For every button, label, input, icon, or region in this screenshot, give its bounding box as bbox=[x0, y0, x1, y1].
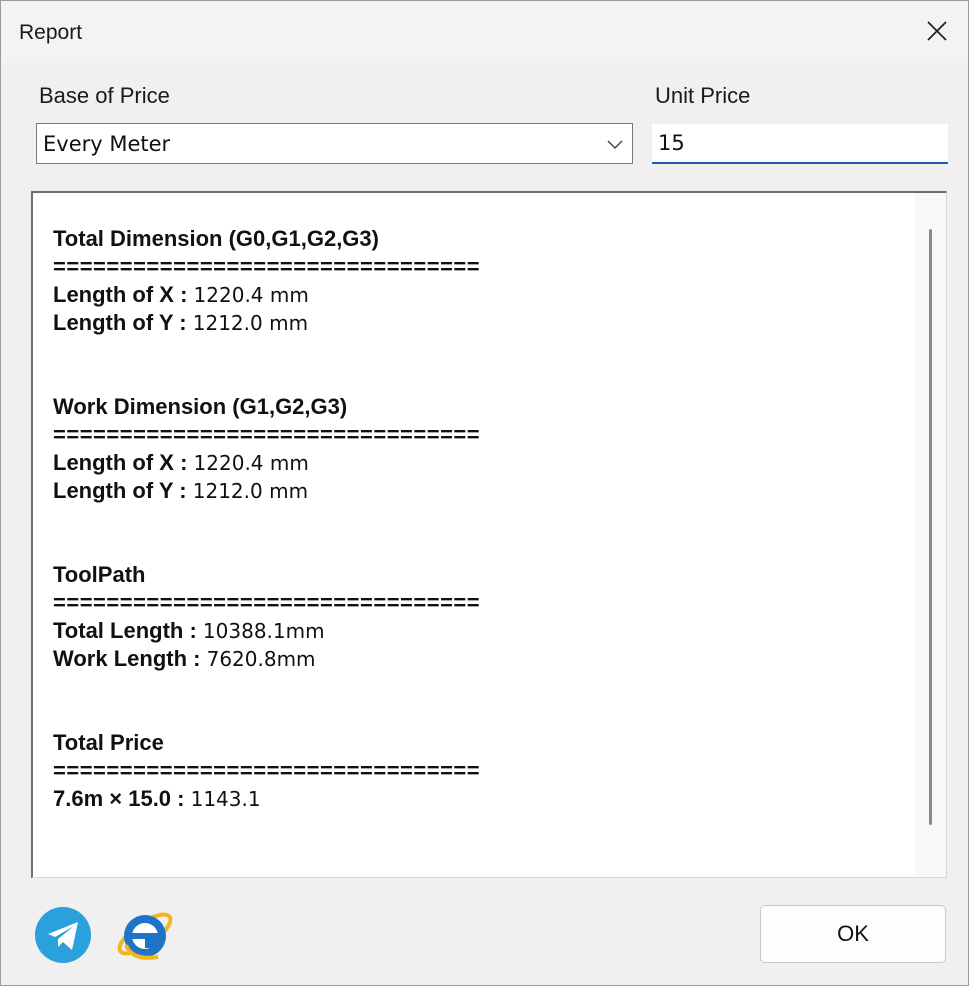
separator: ================================ bbox=[53, 422, 481, 447]
ok-button[interactable]: OK bbox=[760, 905, 946, 963]
total-price-section: Total Price ============================… bbox=[53, 729, 913, 813]
row-value: 1220.4 mm bbox=[193, 451, 309, 475]
report-row: Length of X : 1220.4 mm bbox=[53, 449, 913, 477]
report-row: Work Length : 7620.8mm bbox=[53, 645, 913, 673]
row-value: 1220.4 mm bbox=[193, 283, 309, 307]
chevron-down-icon bbox=[607, 140, 623, 150]
separator: ================================ bbox=[53, 254, 481, 279]
close-button[interactable] bbox=[906, 1, 968, 61]
row-label: 7.6m × 15.0 : bbox=[53, 786, 185, 811]
base-of-price-label: Base of Price bbox=[39, 83, 170, 108]
separator: ================================ bbox=[53, 590, 481, 615]
separator: ================================ bbox=[53, 758, 481, 783]
section-heading: Work Dimension (G1,G2,G3) bbox=[53, 394, 348, 419]
browser-button[interactable] bbox=[112, 901, 178, 967]
report-content: Total Dimension (G0,G1,G2,G3) ==========… bbox=[53, 225, 913, 869]
report-dialog: Report Base of Price Unit Price Every Me… bbox=[0, 0, 969, 986]
work-dimension-section: Work Dimension (G1,G2,G3) ==============… bbox=[53, 393, 913, 505]
row-value: 7620.8mm bbox=[206, 647, 316, 671]
section-heading: ToolPath bbox=[53, 562, 146, 587]
base-of-price-value: Every Meter bbox=[43, 132, 171, 156]
title-bar: Report bbox=[1, 1, 968, 63]
row-label: Length of X : bbox=[53, 450, 188, 475]
base-of-price-select[interactable]: Every Meter bbox=[36, 123, 633, 164]
unit-price-input[interactable] bbox=[652, 124, 948, 164]
report-row: 7.6m × 15.0 : 1143.1 bbox=[53, 785, 913, 813]
row-value: 10388.1mm bbox=[202, 619, 325, 643]
report-row: Total Length : 10388.1mm bbox=[53, 617, 913, 645]
report-text-area[interactable]: Total Dimension (G0,G1,G2,G3) ==========… bbox=[31, 191, 947, 878]
row-value: 1212.0 mm bbox=[192, 311, 309, 335]
report-row: Length of X : 1220.4 mm bbox=[53, 281, 913, 309]
unit-price-label: Unit Price bbox=[655, 83, 751, 108]
scrollbar-thumb[interactable] bbox=[929, 229, 932, 825]
row-label: Work Length : bbox=[53, 646, 201, 671]
report-row: Length of Y : 1212.0 mm bbox=[53, 477, 913, 505]
internet-explorer-icon bbox=[117, 912, 173, 960]
row-value: 1143.1 bbox=[190, 787, 261, 811]
telegram-icon bbox=[35, 907, 91, 963]
row-value: 1212.0 mm bbox=[192, 479, 309, 503]
row-label: Length of Y : bbox=[53, 310, 187, 335]
row-label: Length of X : bbox=[53, 282, 188, 307]
row-label: Total Length : bbox=[53, 618, 197, 643]
section-heading: Total Price bbox=[53, 730, 164, 755]
row-label: Length of Y : bbox=[53, 478, 187, 503]
report-row: Length of Y : 1212.0 mm bbox=[53, 309, 913, 337]
total-dimension-section: Total Dimension (G0,G1,G2,G3) ==========… bbox=[53, 225, 913, 337]
toolpath-section: ToolPath ===============================… bbox=[53, 561, 913, 673]
section-heading: Total Dimension (G0,G1,G2,G3) bbox=[53, 226, 379, 251]
window-title: Report bbox=[19, 21, 83, 44]
close-icon bbox=[927, 21, 947, 41]
telegram-button[interactable] bbox=[34, 906, 92, 964]
